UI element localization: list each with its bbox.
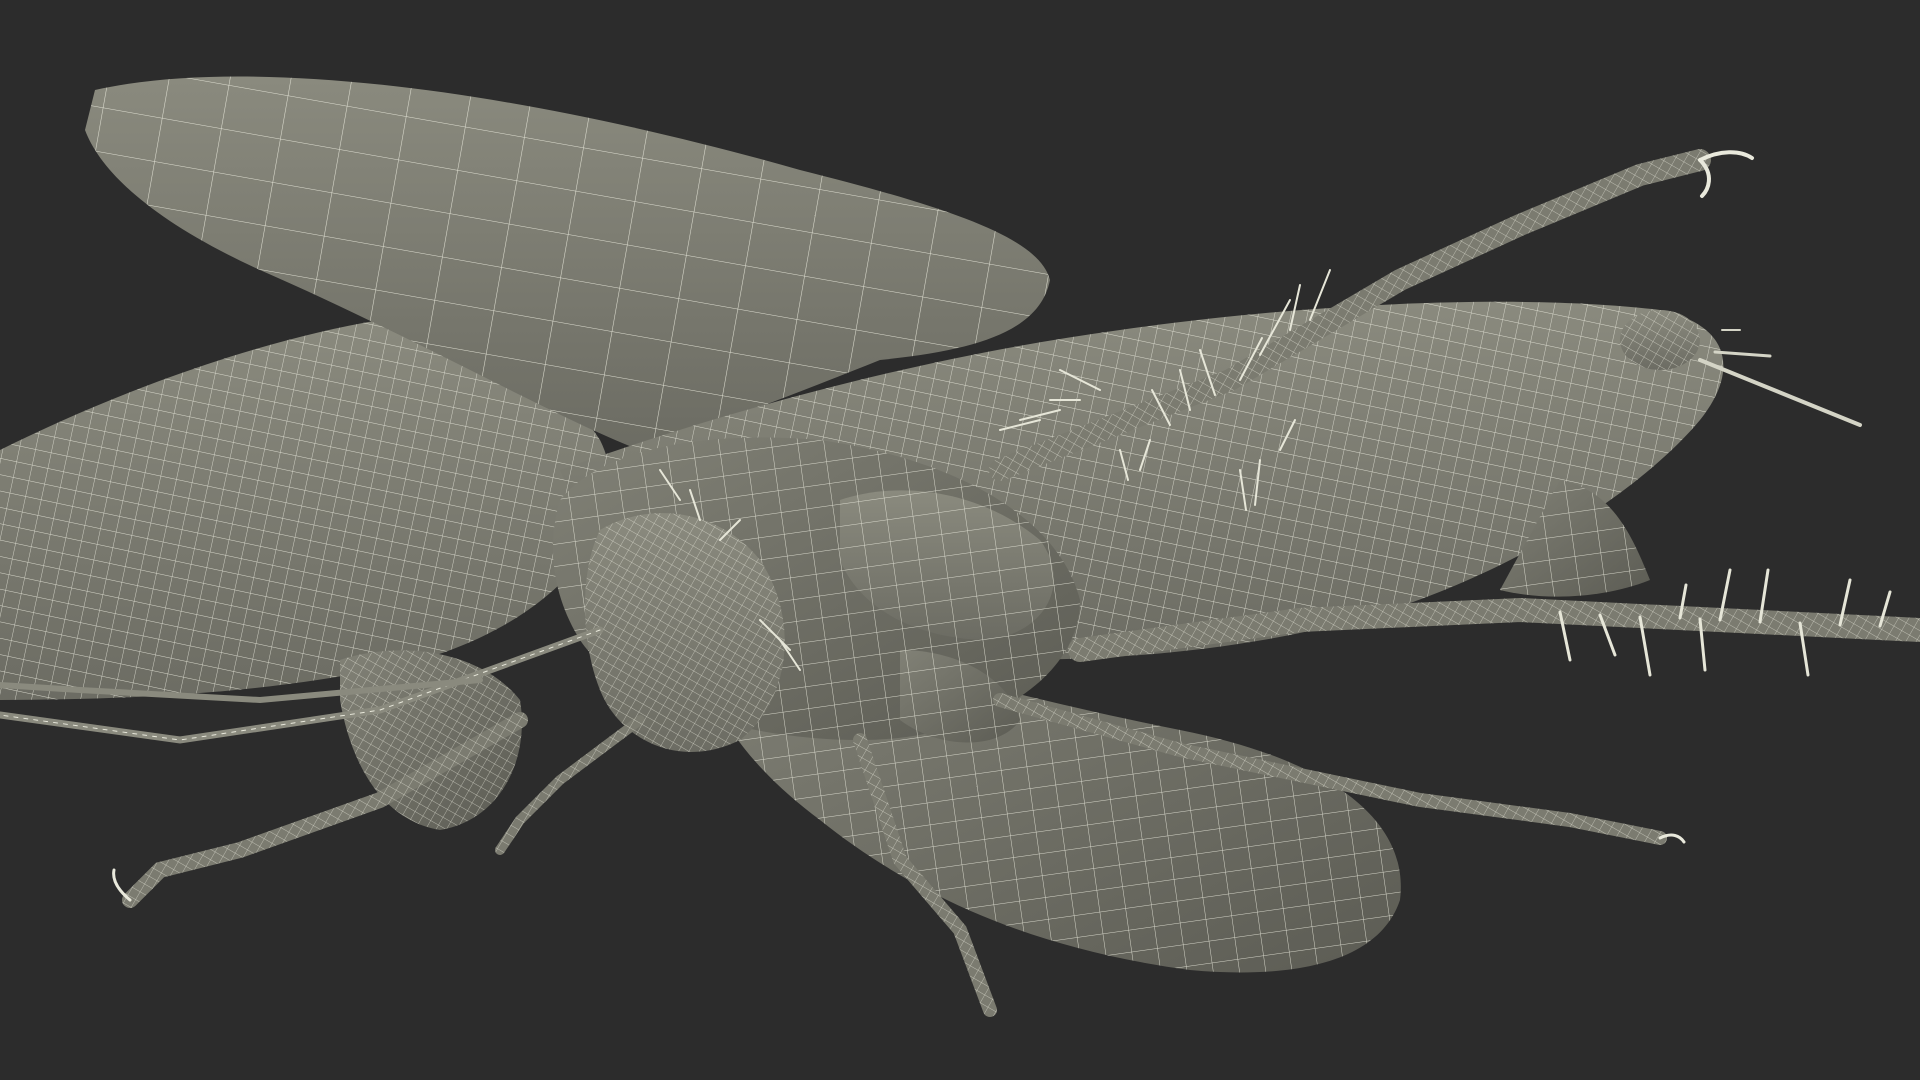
render-canvas: [0, 76, 1920, 1017]
viewport[interactable]: [0, 0, 1920, 1080]
cerci: [1698, 329, 1862, 427]
abdomen-tip: [1620, 310, 1700, 370]
